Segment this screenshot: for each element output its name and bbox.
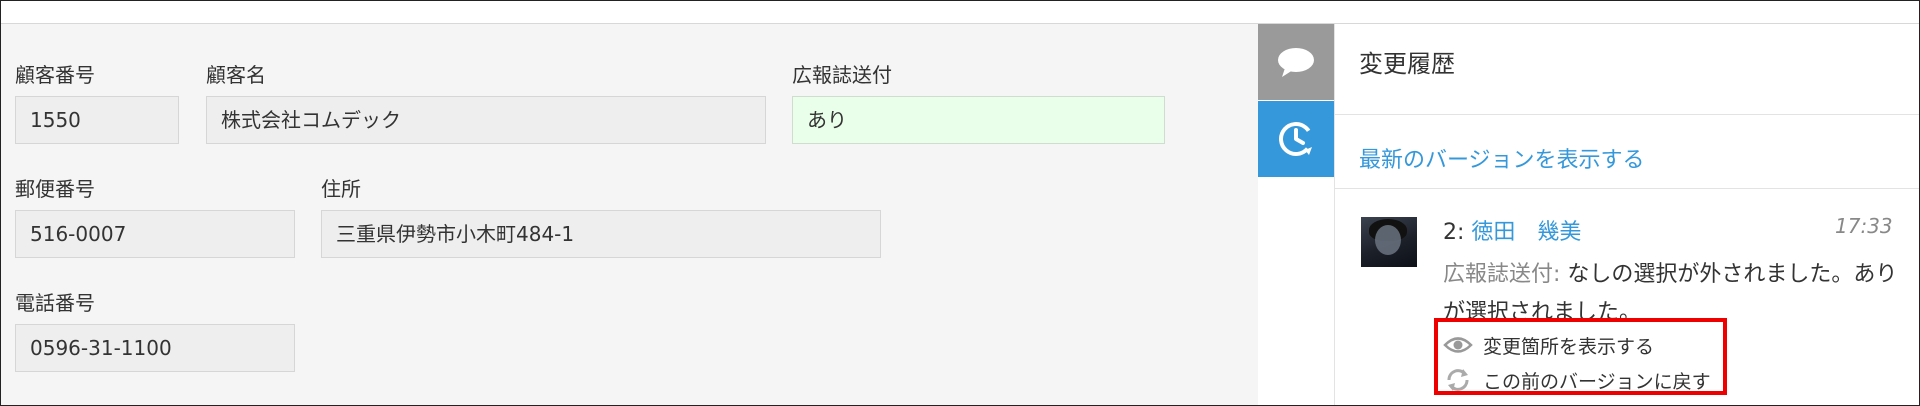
field-label-newsletter: 広報誌送付 <box>792 63 892 87</box>
field-postal-code: 516-0007 <box>15 210 295 258</box>
version-header: 2: 徳田 幾美 <box>1443 214 1581 246</box>
revert-version-label: この前のバージョンに戻す <box>1483 370 1711 393</box>
side-tabs <box>1258 24 1334 405</box>
divider <box>1335 188 1919 189</box>
field-newsletter: あり <box>792 96 1165 144</box>
field-label-address: 住所 <box>321 177 361 201</box>
field-label-postal-code: 郵便番号 <box>15 177 95 201</box>
field-customer-name: 株式会社コムデック <box>206 96 766 144</box>
tab-comments[interactable] <box>1258 24 1334 100</box>
changed-field-name: 広報誌送付: <box>1443 262 1561 287</box>
eye-icon <box>1443 337 1473 353</box>
show-latest-version-link[interactable]: 最新のバージョンを表示する <box>1359 142 1645 174</box>
divider <box>1335 114 1919 115</box>
history-title: 変更履歴 <box>1359 50 1455 78</box>
show-changes-link[interactable]: 変更箇所を表示する <box>1443 330 1654 360</box>
field-customer-number: 1550 <box>15 96 179 144</box>
app-window: 顧客番号 1550 顧客名 株式会社コムデック 広報誌送付 あり 郵便番号 51… <box>0 0 1920 406</box>
top-bar <box>1 1 1919 24</box>
field-phone: 0596-31-1100 <box>15 324 295 372</box>
revert-version-link[interactable]: この前のバージョンに戻す <box>1443 365 1711 395</box>
field-label-customer-name: 顧客名 <box>206 63 266 87</box>
history-clock-icon <box>1279 122 1313 156</box>
revert-icon <box>1447 369 1469 391</box>
record-detail: 顧客番号 1550 顧客名 株式会社コムデック 広報誌送付 あり 郵便番号 51… <box>1 24 1258 405</box>
version-number: 2: <box>1443 220 1465 245</box>
author-link[interactable]: 徳田 幾美 <box>1471 220 1581 245</box>
change-description: 広報誌送付: なしの選択が外されました。ありが選択されました。 <box>1443 256 1903 332</box>
show-changes-label: 変更箇所を表示する <box>1483 335 1655 358</box>
field-label-phone: 電話番号 <box>15 291 95 315</box>
field-address: 三重県伊勢市小木町484-1 <box>321 210 881 258</box>
speech-bubble-icon <box>1278 48 1314 77</box>
history-panel: 変更履歴 最新のバージョンを表示する 2: 徳田 幾美 17:33 広報誌送付:… <box>1334 24 1919 405</box>
entry-time: 17:33 <box>1835 214 1893 238</box>
field-label-customer-number: 顧客番号 <box>15 63 95 87</box>
avatar <box>1361 217 1417 267</box>
tab-history[interactable] <box>1258 101 1334 177</box>
